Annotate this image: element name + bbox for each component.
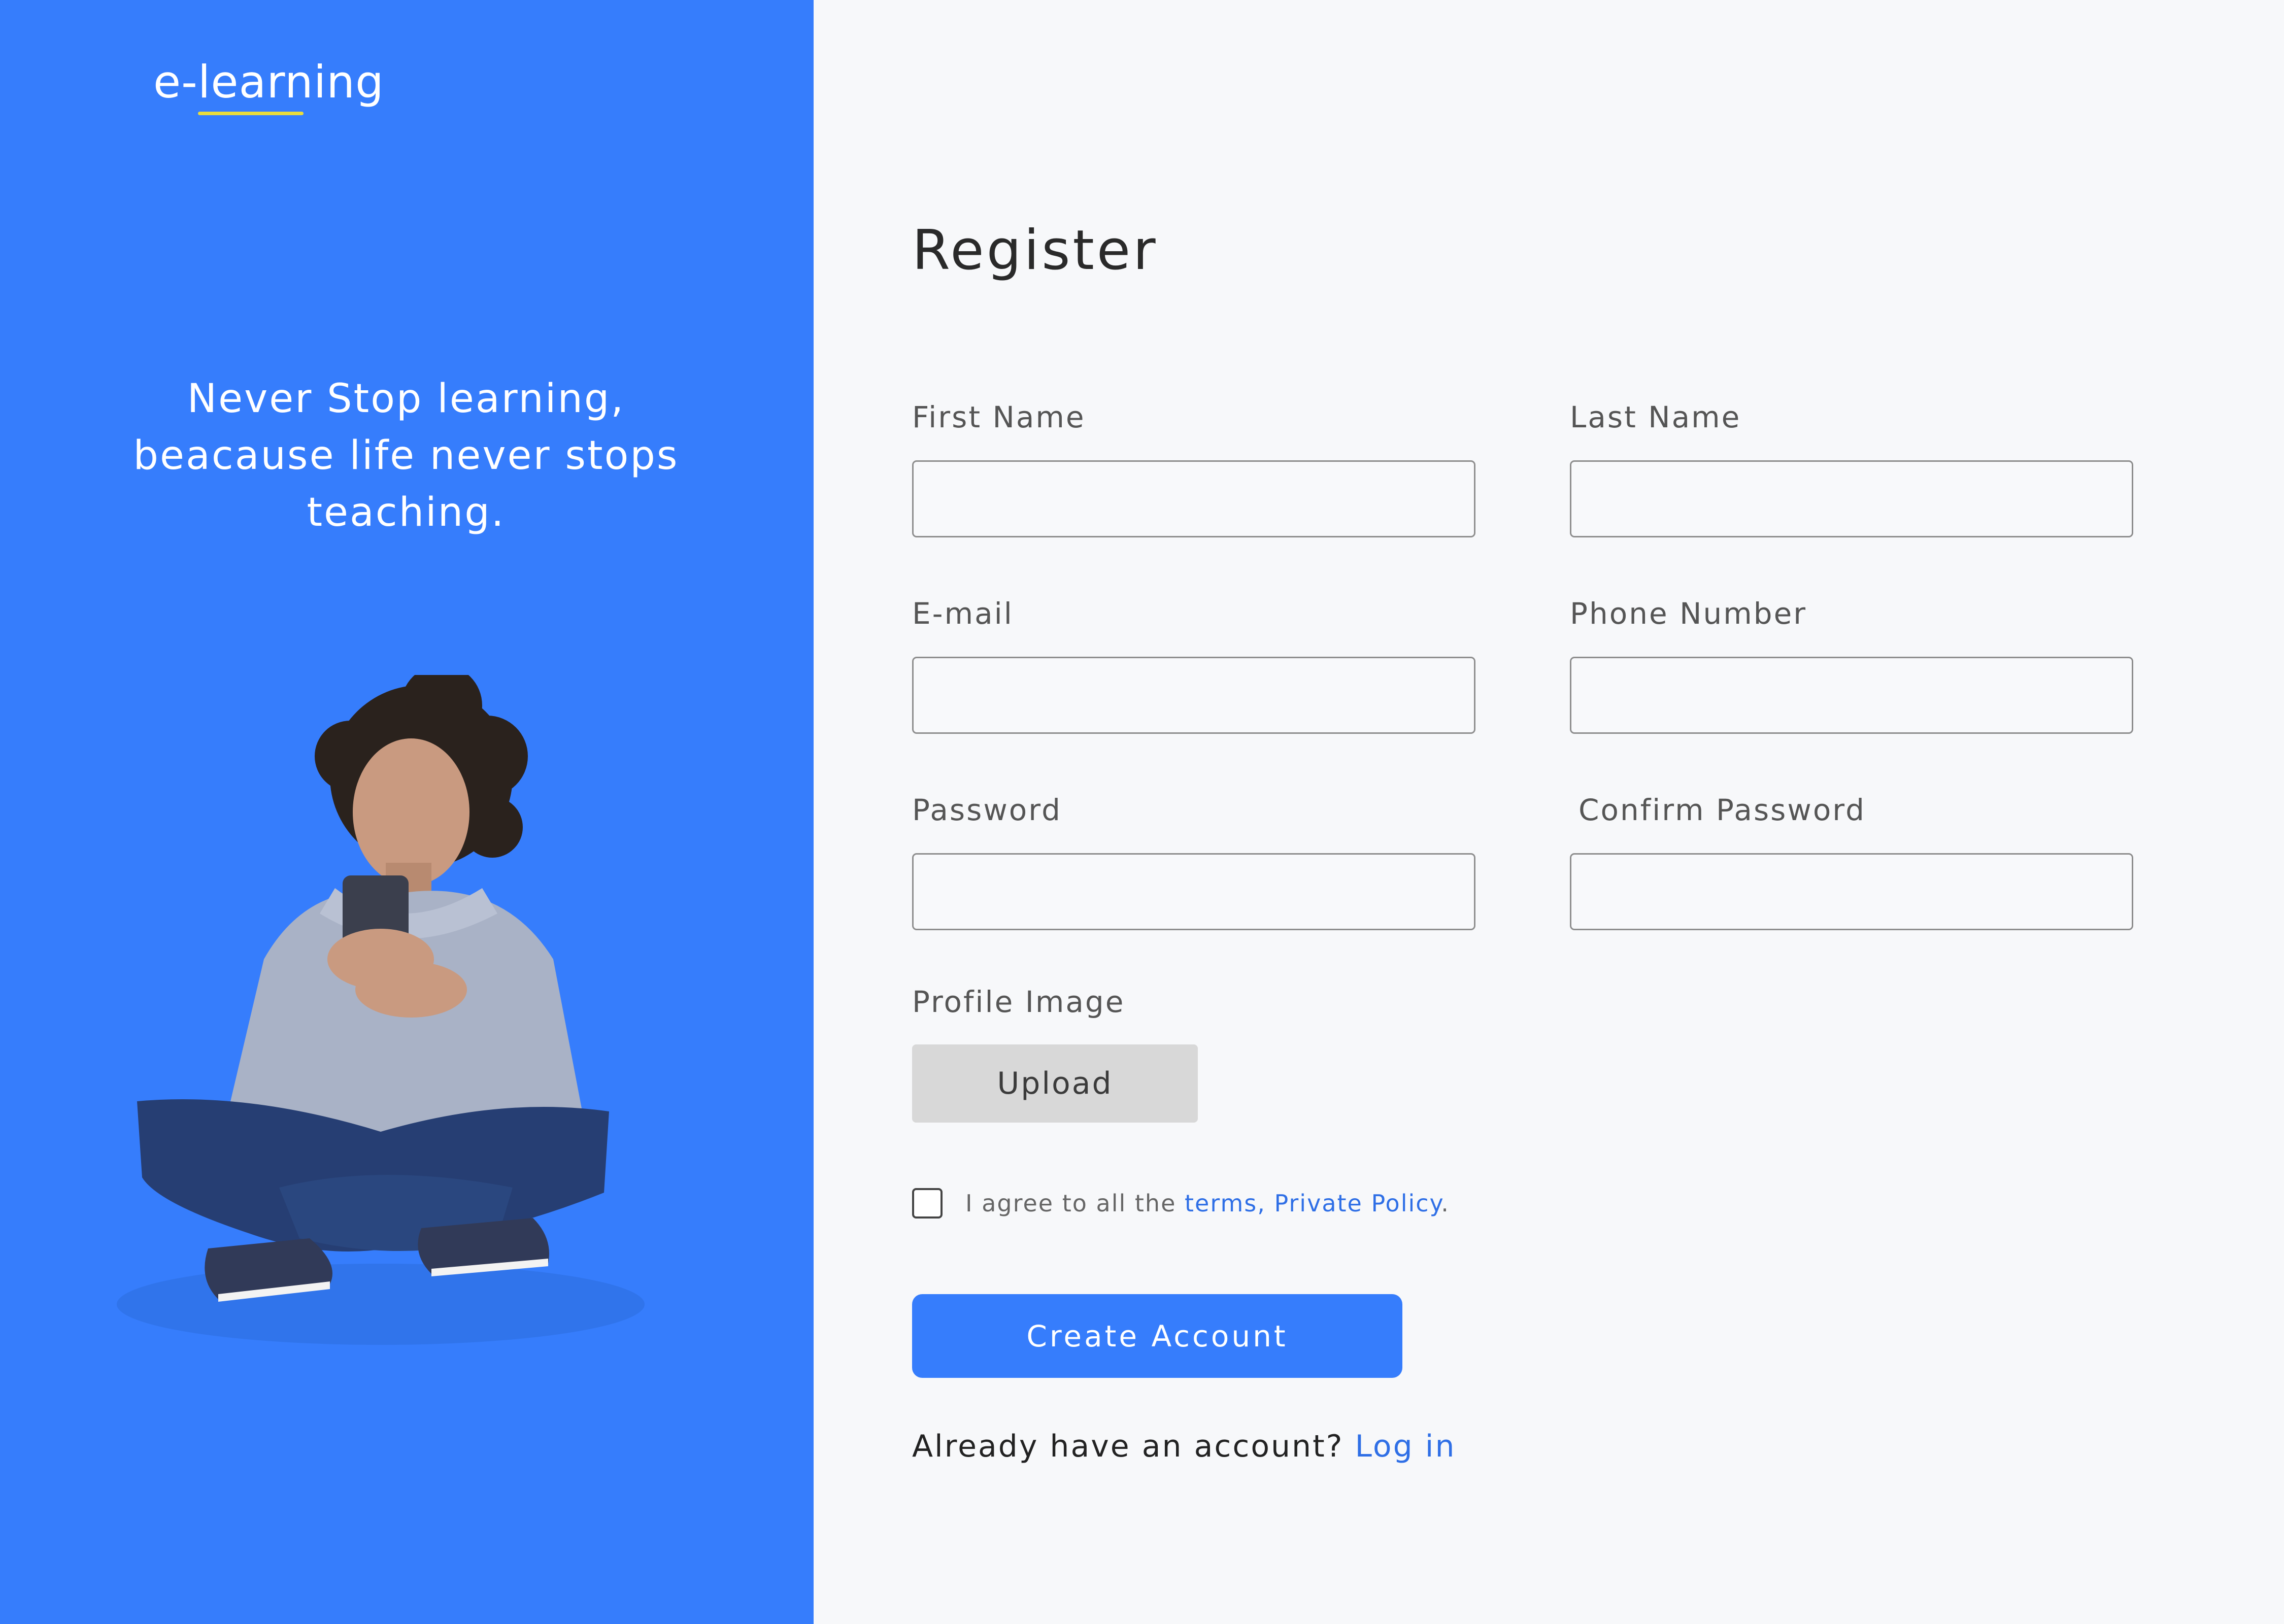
- password-field[interactable]: [912, 853, 1475, 930]
- tagline-line-2: beacause life never stops: [133, 433, 679, 479]
- separator: ,: [1257, 1190, 1266, 1217]
- logo-underline: [198, 112, 304, 115]
- agree-checkbox[interactable]: [912, 1188, 943, 1219]
- email-label: E-mail: [912, 596, 1014, 631]
- upload-button[interactable]: Upload: [912, 1044, 1198, 1123]
- phone-field[interactable]: [1570, 657, 2133, 734]
- page-title: Register: [912, 219, 1158, 282]
- login-link[interactable]: Log in: [1355, 1429, 1456, 1464]
- privacy-policy-link[interactable]: Private Policy: [1274, 1190, 1441, 1217]
- left-panel: e-learning Never Stop learning, beacause…: [0, 0, 814, 1624]
- logo: e-learning: [153, 56, 384, 108]
- terms-link[interactable]: terms: [1185, 1190, 1257, 1217]
- last-name-field[interactable]: [1570, 460, 2133, 537]
- phone-label: Phone Number: [1570, 596, 1807, 631]
- password-label: Password: [912, 793, 1062, 827]
- tagline-line-3: teaching.: [307, 490, 506, 535]
- agree-suffix: .: [1441, 1190, 1450, 1217]
- confirm-password-label: Confirm Password: [1578, 793, 1866, 827]
- agree-text: I agree to all the terms, Private Policy…: [965, 1192, 1450, 1215]
- confirm-password-field[interactable]: [1570, 853, 2133, 930]
- create-account-button[interactable]: Create Account: [912, 1294, 1402, 1378]
- tagline: Never Stop learning, beacause life never…: [102, 370, 711, 541]
- agree-prefix: I agree to all the: [965, 1190, 1177, 1217]
- email-field[interactable]: [912, 657, 1475, 734]
- student-illustration: [117, 675, 645, 1345]
- first-name-field[interactable]: [912, 460, 1475, 537]
- tagline-line-1: Never Stop learning,: [187, 376, 625, 422]
- last-name-label: Last Name: [1570, 400, 1741, 434]
- already-text: Already have an account?: [912, 1429, 1344, 1464]
- login-prompt: Already have an account? Log in: [912, 1431, 1456, 1462]
- first-name-label: First Name: [912, 400, 1086, 434]
- profile-image-label: Profile Image: [912, 985, 1125, 1019]
